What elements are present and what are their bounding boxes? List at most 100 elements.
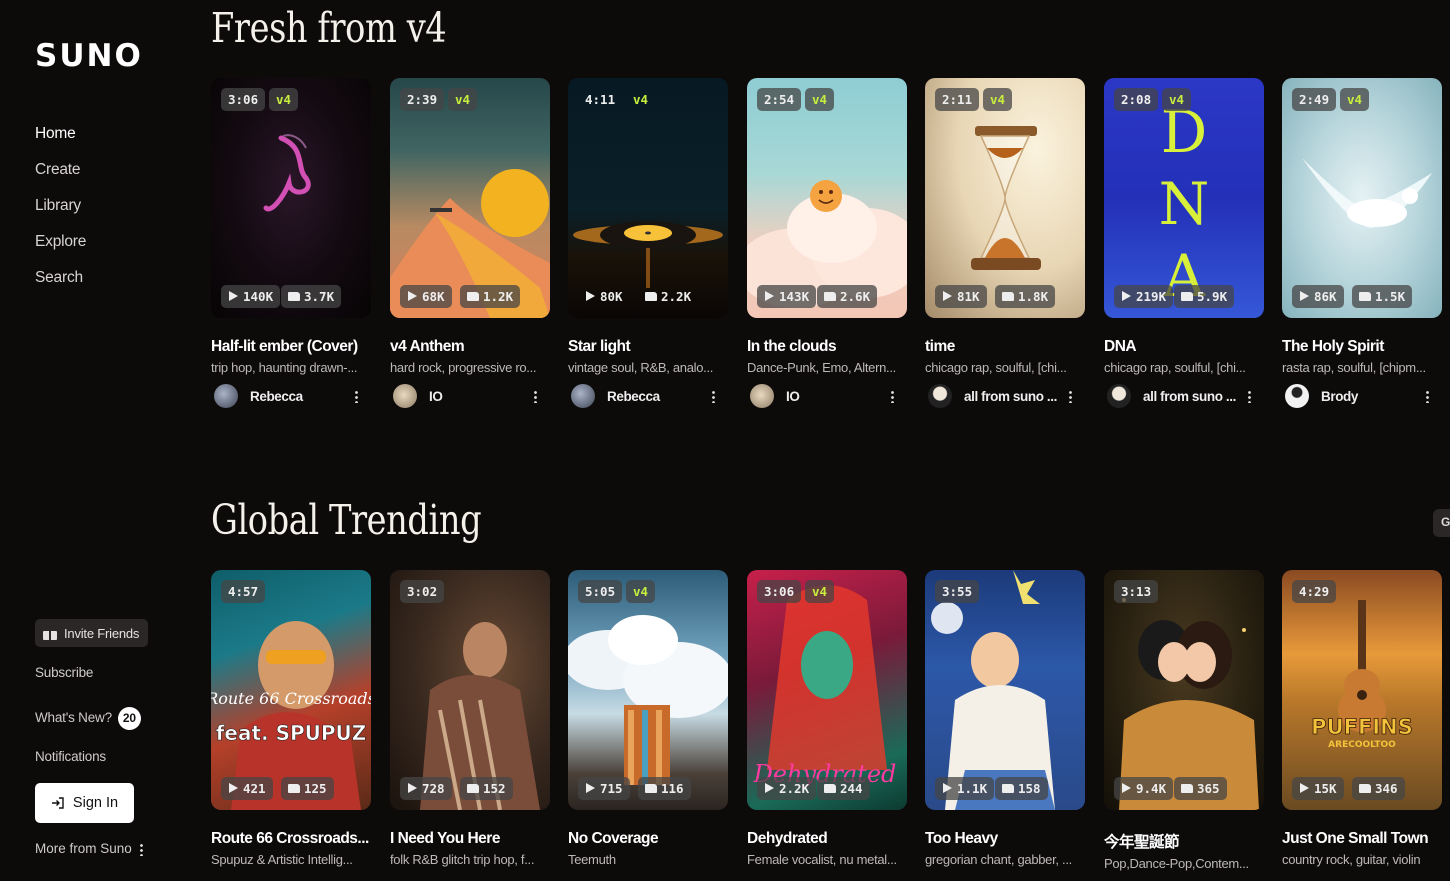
like-count: 1.8K	[995, 285, 1056, 308]
author-row[interactable]: IO	[390, 384, 550, 408]
more-options-icon[interactable]	[712, 389, 715, 403]
subscribe-link[interactable]: Subscribe	[35, 665, 93, 680]
song-tags: chicago rap, soulful, [chi...	[925, 360, 1067, 375]
suno-logo[interactable]: SUNO	[35, 38, 143, 74]
song-title[interactable]: v4 Anthem	[390, 338, 550, 356]
more-options-icon[interactable]	[534, 389, 537, 403]
cover-art[interactable]: 2:11 v4 81K 1.8K	[925, 78, 1085, 318]
song-title[interactable]: Too Heavy	[925, 830, 1085, 848]
song-title[interactable]: Star light	[568, 338, 728, 356]
duration-badge: 3:13	[1114, 580, 1159, 603]
song-card[interactable]: 3:55 1.1K 158 Too Heavy gregorian chant,…	[925, 570, 1085, 867]
sign-in-icon	[51, 797, 64, 809]
more-options-icon[interactable]	[1248, 389, 1251, 403]
more-from-suno-menu[interactable]: More from Suno	[35, 841, 143, 856]
song-title[interactable]: Just One Small Town	[1282, 830, 1442, 848]
song-title[interactable]: In the clouds	[747, 338, 907, 356]
author-name: Rebecca	[250, 388, 303, 404]
song-title[interactable]: Half-lit ember (Cover)	[211, 338, 371, 356]
author-row[interactable]: Rebecca	[568, 384, 728, 408]
duration-badge: 3:06	[221, 88, 266, 111]
song-title[interactable]: I Need You Here	[390, 830, 550, 848]
art-text-feat: feat. SPUPUZ	[216, 721, 367, 745]
cover-art[interactable]: Dehydrated 3:06 v4 2.2K 244	[747, 570, 907, 810]
dove-art	[1302, 158, 1432, 228]
cover-art[interactable]: 4:11 v4 80K 2.2K	[568, 78, 728, 318]
song-card[interactable]: Route 66 Crossroads feat. SPUPUZ 4:57 421…	[211, 570, 371, 867]
cover-art[interactable]: 2:39 v4 68K 1.2K	[390, 78, 550, 318]
song-title[interactable]: DNA	[1104, 338, 1264, 356]
cover-art[interactable]: 3:55 1.1K 158	[925, 570, 1085, 810]
avatar	[1107, 384, 1131, 408]
art-text-title: Route 66 Crossroads	[211, 689, 371, 708]
version-badge: v4	[269, 88, 299, 111]
song-card[interactable]: 3:13 9.4K 365 今年聖誕節 Pop,Dance-Pop,Contem…	[1104, 570, 1264, 871]
song-title[interactable]: 今年聖誕節	[1104, 830, 1264, 852]
more-options-icon[interactable]	[355, 389, 358, 403]
author-row[interactable]: IO	[747, 384, 907, 408]
cover-art[interactable]: PUFFINS ARECOOLTOO 4:29 15K 346	[1282, 570, 1442, 810]
cover-art[interactable]: 2:54 v4 143K 2.6K	[747, 78, 907, 318]
song-card[interactable]: 3:02 728 152 I Need You Here folk R&B gl…	[390, 570, 550, 867]
scroll-right-button[interactable]: G	[1433, 509, 1450, 537]
version-badge: v4	[448, 88, 478, 111]
duration-badge: 2:54	[757, 88, 802, 111]
song-title[interactable]: No Coverage	[568, 830, 728, 848]
song-title[interactable]: The Holy Spirit	[1282, 338, 1442, 356]
duration-badge: 4:57	[221, 580, 266, 603]
nav-create[interactable]: Create	[35, 160, 86, 196]
play-count: 1.1K	[935, 777, 995, 800]
song-title[interactable]: Dehydrated	[747, 830, 907, 848]
gift-icon	[43, 626, 57, 640]
song-card[interactable]: 2:11 v4 81K 1.8K time chicago rap, soulf…	[925, 78, 1085, 408]
song-title[interactable]: Route 66 Crossroads...	[211, 830, 371, 848]
song-card[interactable]: PUFFINS ARECOOLTOO 4:29 15K 346 Just One …	[1282, 570, 1442, 867]
song-card[interactable]: Dehydrated 3:06 v4 2.2K 244 Dehydrated F…	[747, 570, 907, 867]
song-tags: Pop,Dance-Pop,Contem...	[1104, 856, 1249, 871]
avatar	[928, 384, 952, 408]
nav-library[interactable]: Library	[35, 196, 86, 232]
cover-art[interactable]: 5:05 v4 715 116	[568, 570, 728, 810]
notifications-link[interactable]: Notifications	[35, 749, 106, 764]
nav-search[interactable]: Search	[35, 268, 86, 304]
song-card[interactable]: 2:54 v4 143K 2.6K In the clouds Dance-Pu…	[747, 78, 907, 408]
play-count: 68K	[400, 285, 452, 308]
whats-new-link[interactable]: What's New? 20	[35, 707, 141, 730]
song-card[interactable]: 4:11 v4 80K 2.2K Star light vintage soul…	[568, 78, 728, 408]
more-options-icon[interactable]	[1426, 389, 1429, 403]
svg-text:N: N	[1159, 170, 1210, 238]
song-tags: Spupuz & Artistic Intellig...	[211, 852, 353, 867]
play-count: 2.2K	[757, 777, 817, 800]
author-row[interactable]: Brody	[1282, 384, 1442, 408]
song-card[interactable]: 5:05 v4 715 116 No Coverage Teemuth	[568, 570, 728, 867]
guitar-field-art: PUFFINSARECOOLTOO	[1311, 600, 1413, 750]
more-options-icon[interactable]	[1069, 389, 1072, 403]
more-options-icon[interactable]	[891, 389, 894, 403]
song-card[interactable]: DNA 2:08 v4 219K 5.9K DNA chicago rap, s…	[1104, 78, 1264, 408]
cover-art[interactable]: 3:06 v4 140K 3.7K	[211, 78, 371, 318]
song-title[interactable]: time	[925, 338, 1085, 356]
play-count: 81K	[935, 285, 987, 308]
song-card[interactable]: 2:39 v4 68K 1.2K v4 Anthem hard rock, pr…	[390, 78, 550, 408]
song-card[interactable]: 3:06 v4 140K 3.7K Half-lit ember (Cover)…	[211, 78, 371, 408]
nav-home[interactable]: Home	[35, 124, 86, 160]
nav-explore[interactable]: Explore	[35, 232, 86, 268]
like-count: 1.5K	[1352, 285, 1413, 308]
invite-friends-button[interactable]: Invite Friends	[35, 619, 149, 647]
play-count: 219K	[1114, 285, 1174, 308]
cover-art[interactable]: Route 66 Crossroads feat. SPUPUZ 4:57 421…	[211, 570, 371, 810]
author-row[interactable]: all from suno ...	[925, 384, 1085, 408]
cover-art[interactable]: 3:02 728 152	[390, 570, 550, 810]
cover-art[interactable]: 2:49 v4 86K 1.5K	[1282, 78, 1442, 318]
avatar	[393, 384, 417, 408]
cover-art[interactable]: 3:13 9.4K 365	[1104, 570, 1264, 810]
duration-badge: 2:08	[1114, 88, 1159, 111]
sunset-art	[390, 169, 550, 318]
author-name: Brody	[1321, 388, 1359, 404]
song-card[interactable]: 2:49 v4 86K 1.5K The Holy Spirit rasta r…	[1282, 78, 1442, 408]
author-row[interactable]: Rebecca	[211, 384, 371, 408]
version-badge: v4	[805, 88, 835, 111]
author-row[interactable]: all from suno ...	[1104, 384, 1264, 408]
sign-in-button[interactable]: Sign In	[35, 783, 134, 823]
cover-art[interactable]: DNA 2:08 v4 219K 5.9K	[1104, 78, 1264, 318]
